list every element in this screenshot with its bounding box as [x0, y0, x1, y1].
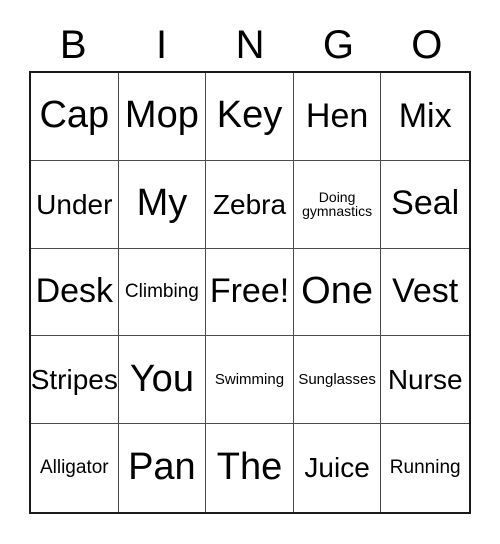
- bingo-cell-label: Under: [36, 188, 113, 220]
- bingo-cell-label: Vest: [392, 272, 459, 311]
- bingo-cell[interactable]: Key: [206, 73, 294, 161]
- bingo-card: B I N G O Cap Mop Key Hen Mix Under My Z…: [0, 0, 500, 544]
- bingo-cell[interactable]: Zebra: [206, 160, 294, 249]
- bingo-header-row: B I N G O: [29, 18, 471, 71]
- bingo-cell-label: Desk: [35, 272, 114, 311]
- bingo-cell-label: Seal: [391, 184, 460, 223]
- bingo-cell[interactable]: Nurse: [381, 336, 469, 425]
- bingo-cell[interactable]: Cap: [31, 73, 119, 161]
- bingo-cell[interactable]: Under: [31, 160, 119, 249]
- header-letter-n: N: [235, 22, 265, 67]
- bingo-cell-free[interactable]: Free!: [206, 248, 294, 337]
- header-letter-o: O: [411, 22, 443, 67]
- bingo-cell-label: Hen: [305, 96, 369, 135]
- bingo-cell[interactable]: Swimming: [206, 336, 294, 425]
- bingo-cell-label: Climbing: [124, 281, 199, 303]
- header-letter-i: I: [156, 22, 168, 67]
- bingo-cell-label: Pan: [128, 446, 196, 489]
- bingo-cell-label: Swimming: [214, 370, 285, 388]
- bingo-cell-label: Cap: [39, 94, 110, 137]
- bingo-cell[interactable]: Desk: [31, 248, 119, 337]
- bingo-cell[interactable]: Juice: [294, 424, 382, 512]
- bingo-cell-label: Doing gymnastics: [302, 188, 373, 220]
- bingo-cell[interactable]: Seal: [381, 161, 469, 249]
- bingo-cell-label: Stripes: [31, 364, 118, 396]
- bingo-cell-label: My: [136, 182, 188, 225]
- bingo-cell-label: Mix: [398, 96, 452, 135]
- bingo-cell-label: Sunglasses: [298, 370, 376, 388]
- bingo-cell-label: Juice: [304, 452, 370, 484]
- bingo-cell[interactable]: Climbing: [118, 248, 207, 337]
- bingo-cell-label: Alligator: [39, 457, 109, 479]
- bingo-cell[interactable]: Hen: [293, 73, 382, 161]
- bingo-cell[interactable]: Doing gymnastics: [293, 160, 382, 249]
- bingo-cell-label: Free!: [209, 272, 290, 311]
- bingo-cell[interactable]: Running: [381, 424, 469, 512]
- bingo-cell-label: One: [301, 270, 373, 313]
- bingo-cell[interactable]: Mix: [381, 73, 469, 161]
- bingo-cell-label: Key: [216, 94, 283, 137]
- bingo-grid: Cap Mop Key Hen Mix Under My Zebra Doing…: [29, 71, 471, 514]
- bingo-cell[interactable]: Sunglasses: [293, 336, 382, 425]
- bingo-cell-label: Running: [389, 457, 461, 479]
- bingo-cell[interactable]: Vest: [381, 249, 469, 337]
- bingo-cell[interactable]: The: [206, 424, 294, 512]
- header-letter-g: G: [322, 22, 354, 67]
- bingo-cell[interactable]: Mop: [118, 73, 207, 161]
- bingo-cell-label: The: [216, 446, 283, 489]
- header-letter-b: B: [59, 22, 87, 67]
- bingo-cell[interactable]: My: [118, 160, 207, 249]
- bingo-cell[interactable]: One: [293, 248, 382, 337]
- bingo-cell-label: Mop: [124, 94, 199, 137]
- bingo-cell[interactable]: You: [118, 336, 207, 425]
- bingo-cell-label: Zebra: [212, 188, 287, 220]
- bingo-cell[interactable]: Pan: [119, 424, 207, 512]
- bingo-cell[interactable]: Stripes: [31, 336, 119, 425]
- bingo-cell-label: You: [129, 357, 194, 400]
- bingo-cell[interactable]: Alligator: [31, 424, 119, 512]
- bingo-cell-label: Nurse: [387, 364, 463, 396]
